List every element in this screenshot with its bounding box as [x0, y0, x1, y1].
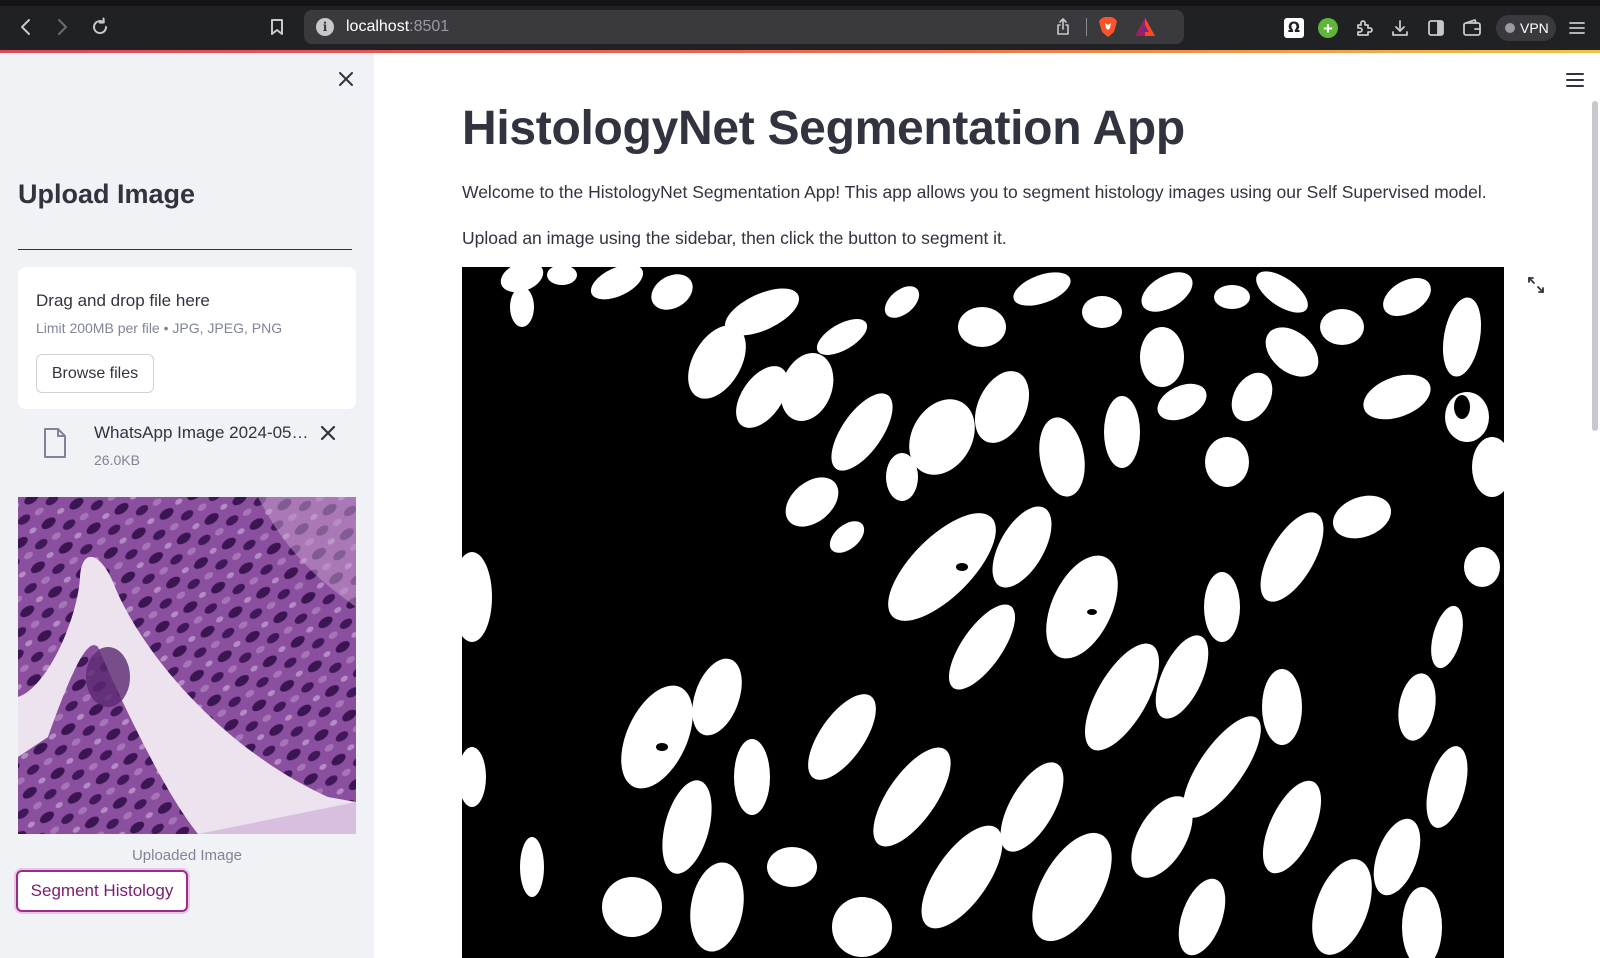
site-info-icon[interactable]: i: [316, 18, 334, 36]
tab-strip: [0, 0, 1600, 6]
uploaded-file-item: WhatsApp Image 2024-05-0... 26.0KB: [18, 417, 356, 477]
sidebar-divider: [18, 249, 352, 250]
menu-icon-bar: [1566, 79, 1584, 81]
dropzone-title: Drag and drop file here: [36, 291, 210, 310]
forward-button[interactable]: [49, 14, 75, 40]
image-caption: Uploaded Image: [131, 847, 243, 864]
vpn-button[interactable]: VPN: [1496, 15, 1556, 41]
omega-extension-icon[interactable]: Ω: [1284, 18, 1304, 38]
extensions-button[interactable]: [1353, 17, 1375, 39]
main-content: HistologyNet Segmentation App Welcome to…: [374, 53, 1600, 958]
brave-rewards-icon[interactable]: [1134, 17, 1156, 37]
menu-icon: [1569, 22, 1585, 34]
browse-files-button[interactable]: Browse files: [36, 354, 154, 393]
url-host: localhost: [346, 18, 410, 35]
dropzone-limit-text: Limit 200MB per file • JPG, JPEG, PNG: [36, 320, 283, 336]
segment-histology-button[interactable]: Segment Histology: [16, 870, 188, 912]
uploaded-image: [18, 497, 356, 834]
sidebar-title: Upload Image: [18, 179, 196, 209]
share-icon[interactable]: [1054, 18, 1072, 36]
url-port: :8501: [409, 18, 450, 35]
file-dropzone[interactable]: Drag and drop file here Limit 200MB per …: [18, 267, 356, 409]
browser-toolbar: i localhost:8501 Ω + VPN: [0, 0, 1600, 52]
address-bar[interactable]: i localhost:8501: [304, 10, 1184, 44]
histology-image: [18, 497, 356, 834]
intro-text: Welcome to the HistologyNet Segmentation…: [462, 182, 1487, 202]
close-icon: [339, 72, 353, 86]
reload-button[interactable]: [87, 14, 113, 40]
remove-file-button[interactable]: [318, 423, 338, 443]
file-name: WhatsApp Image 2024-05-0...: [94, 423, 312, 442]
back-button[interactable]: [13, 14, 39, 40]
sidebar-panel-icon: [1428, 20, 1444, 36]
browser-menu-button[interactable]: [1566, 17, 1588, 39]
page-title: HistologyNet Segmentation App: [462, 102, 1185, 155]
segmentation-result-image: [462, 267, 1504, 958]
wallet-button[interactable]: [1461, 17, 1483, 39]
segmentation-mask: [462, 267, 1504, 958]
file-icon: [44, 428, 66, 458]
app-menu-button[interactable]: [1566, 73, 1586, 89]
url-text[interactable]: localhost:8501: [346, 18, 449, 36]
puzzle-icon: [1357, 20, 1373, 36]
vpn-status-icon: [1505, 23, 1515, 33]
brave-shields-icon[interactable]: [1098, 16, 1118, 38]
add-extension-icon[interactable]: +: [1318, 18, 1338, 38]
fullscreen-button[interactable]: [1526, 275, 1546, 295]
expand-icon: [1528, 277, 1544, 293]
bookmark-button[interactable]: [264, 14, 290, 40]
chevron-right-icon: [58, 19, 67, 35]
bookmark-icon: [271, 19, 283, 35]
wallet-icon: [1463, 19, 1481, 36]
instruction-text: Upload an image using the sidebar, then …: [462, 228, 1007, 248]
menu-icon-bar: [1566, 73, 1584, 75]
download-icon: [1392, 20, 1408, 36]
close-icon: [320, 425, 336, 441]
scrollbar-thumb[interactable]: [1592, 101, 1598, 431]
sidebar-toggle-button[interactable]: [1425, 17, 1447, 39]
sidebar-close-button[interactable]: [336, 69, 356, 89]
url-divider: [1086, 18, 1087, 36]
vpn-label: VPN: [1520, 20, 1549, 36]
sidebar: Upload Image Drag and drop file here Lim…: [0, 53, 374, 958]
chevron-left-icon: [21, 19, 30, 35]
downloads-button[interactable]: [1389, 17, 1411, 39]
reload-icon: [93, 17, 108, 35]
file-size: 26.0KB: [94, 452, 140, 468]
menu-icon-bar: [1566, 85, 1584, 87]
